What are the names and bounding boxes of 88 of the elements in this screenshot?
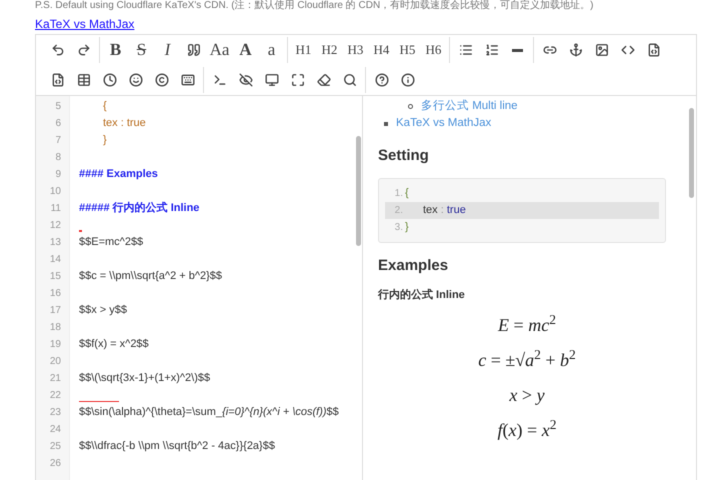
code-line: $$E=mc^2$$ [79,235,144,250]
format-button[interactable]: A [233,37,258,63]
code-line: #### Examples [79,167,158,182]
format-button[interactable]: H6 [421,37,446,63]
table-icon [76,73,90,87]
line-number: 15 [48,270,62,284]
line-number: 12 [48,219,62,233]
copyright-icon [154,73,168,87]
line-number: 1. [394,186,403,200]
fullscreen-icon [290,73,304,87]
math-formula: c = ±√a$^{2}$ + b$^{2}$ [478,346,576,372]
line-number: 8 [54,151,62,165]
format-button[interactable]: Aa [207,37,232,63]
code-line: tex : true [102,116,146,132]
math-formula: E = mc$^{2}$ [498,312,556,336]
math-formula: f(x) = x$^{2}$ [498,416,556,442]
line-number: 11 [50,202,62,216]
help-icon [374,73,388,87]
redo-icon [76,43,90,57]
math-formula: x > y [509,384,545,407]
line-number: 3. [394,220,403,234]
line-number: 10 [48,185,62,199]
code-file-icon [50,73,64,87]
line-number: 13 [48,236,62,250]
line-number: 16 [48,287,62,301]
format-button[interactable]: H5 [395,37,420,63]
code-text: } [404,220,409,235]
format-button[interactable]: H4 [369,37,394,63]
numbered-list-icon [484,43,498,57]
format-button[interactable]: H1 [291,37,316,63]
subsection-heading: 行内的公式 Inline [378,288,466,303]
line-number: 24 [48,423,62,437]
bullet-icon [408,104,413,109]
line-number: 9 [54,168,62,182]
section-heading: Examples [378,256,450,276]
code-icon [620,43,634,57]
monitor-icon [264,73,278,87]
line-number: 21 [48,372,62,386]
line-number: 14 [48,253,62,267]
line-number: 18 [48,321,62,335]
info-icon [400,73,414,87]
keyboard-icon [180,73,194,87]
code-line: $$x > y$$ [79,303,128,318]
line-number: 17 [48,304,62,318]
code-line: } [102,133,107,148]
line-number: 23 [48,406,62,420]
line-number: 7 [54,134,62,148]
error-mark [79,230,82,232]
search-icon [342,73,356,87]
line-number: 22 [48,389,62,403]
katex-link[interactable]: KaTeX vs MathJax [35,17,134,31]
format-button[interactable]: B [103,37,128,63]
code-line: $$f(x) = x^2$$ [79,337,149,352]
format-button[interactable]: a [259,37,284,63]
code-text: tex : true [422,202,466,218]
code-line: { [102,99,107,114]
quote-icon [186,43,200,57]
eye-slash-icon [238,73,252,87]
bullet-icon [384,122,388,126]
error-underline [79,401,119,402]
format-button[interactable]: I [155,37,180,63]
clock-icon [102,73,116,87]
format-button[interactable]: H3 [343,37,368,63]
format-button[interactable]: H2 [317,37,342,63]
bullet-list-icon [458,43,472,57]
code-line: $$\\dfrac{-b \\pm \\sqrt{b^2 - 4ac}}{2a}$$ [79,439,275,454]
line-number: 26 [48,457,62,471]
terminal-icon [212,73,226,87]
line-number: 2. [394,204,403,218]
line-number: 25 [48,440,62,454]
code-line: $$\(\sqrt{3x-1}+(1+x)^2\)$$ [79,371,210,386]
code-text: { [404,186,409,201]
code-editor[interactable] [36,96,362,480]
eraser-icon [316,73,330,87]
line-number: 19 [48,338,62,352]
line-number: 5 [54,100,62,114]
format-button[interactable]: S [129,37,154,63]
undo-icon [50,43,64,57]
line-number: 6 [54,117,62,131]
code-line: $$c = \\pm\\sqrt{a^2 + b^2}$$ [79,269,222,284]
code-line: $$\sin(\alpha)^{\theta}=\sum_{i=0}^{n}(x^i + \cos(f))$$ [79,405,339,420]
smiley-icon [128,73,142,87]
code-line: ##### 行内的公式 Inline [79,200,200,216]
section-heading: Setting [378,146,430,166]
code-file-icon [646,43,660,57]
line-number: 20 [48,355,62,369]
image-icon [594,43,608,57]
anchor-icon [568,43,582,57]
